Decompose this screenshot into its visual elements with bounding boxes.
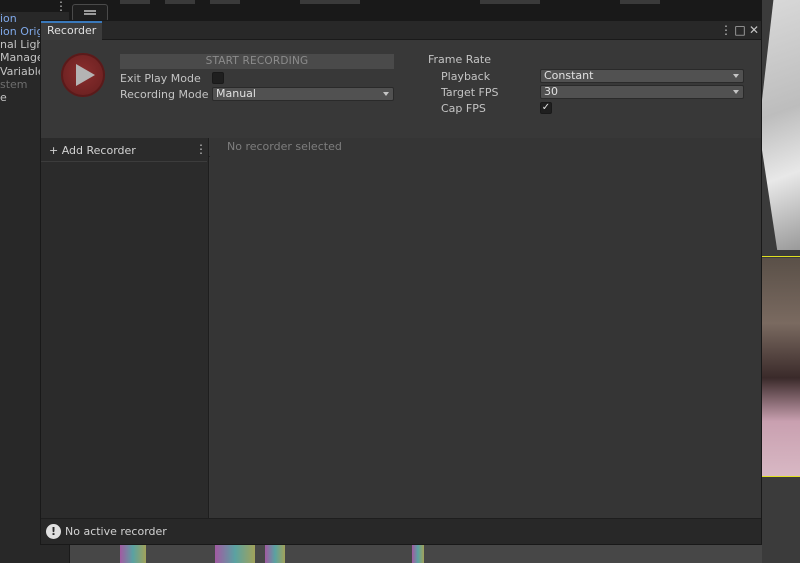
checkmark-icon: ✓ bbox=[541, 102, 551, 113]
close-icon[interactable]: ✕ bbox=[747, 22, 761, 38]
hierarchy-item[interactable]: ion bbox=[0, 12, 17, 25]
editor-top-bar bbox=[0, 0, 800, 20]
scene-geometry bbox=[762, 0, 800, 250]
top-tab-chip bbox=[620, 0, 660, 4]
hierarchy-item-label: ion bbox=[0, 12, 17, 25]
recorder-details: No recorder selected bbox=[210, 138, 761, 518]
status-bar: ! No active recorder bbox=[41, 518, 761, 544]
playback-value: Constant bbox=[544, 69, 594, 82]
sprite-tile bbox=[120, 545, 146, 563]
recorder-window: Recorder ⋮ □ ✕ START RECORDING Exit Play… bbox=[40, 20, 762, 545]
top-tab-chip bbox=[120, 0, 150, 4]
target-fps-dropdown[interactable]: 30 bbox=[540, 85, 744, 99]
target-fps-value: 30 bbox=[544, 85, 558, 98]
playback-dropdown[interactable]: Constant bbox=[540, 69, 744, 83]
window-title-bar[interactable]: Recorder ⋮ □ ✕ bbox=[41, 21, 761, 40]
frame-rate-header: Frame Rate bbox=[428, 53, 491, 66]
scene-view[interactable] bbox=[762, 0, 800, 563]
chevron-down-icon bbox=[733, 74, 739, 78]
status-text: No active recorder bbox=[65, 525, 167, 538]
record-button[interactable] bbox=[61, 53, 105, 97]
cap-fps-checkbox[interactable]: ✓ bbox=[540, 102, 552, 114]
window-menu-icon[interactable]: ⋮ bbox=[719, 22, 733, 38]
hierarchy-menu-icon[interactable]: ⋮ bbox=[52, 0, 70, 14]
play-icon bbox=[76, 64, 95, 86]
target-fps-label: Target FPS bbox=[441, 86, 499, 99]
recorder-list: + Add Recorder ⋮ bbox=[41, 138, 209, 518]
exit-play-mode-checkbox[interactable] bbox=[212, 72, 224, 84]
recording-mode-label: Recording Mode bbox=[120, 88, 209, 101]
sprite-tile bbox=[265, 545, 285, 563]
info-icon: ! bbox=[46, 524, 61, 539]
chevron-down-icon bbox=[383, 92, 389, 96]
scene-image bbox=[762, 258, 800, 476]
scene-gizmo-line bbox=[762, 256, 800, 257]
maximize-icon[interactable]: □ bbox=[733, 22, 747, 38]
hierarchy-item-label: Manage bbox=[0, 51, 44, 64]
add-recorder-row: + Add Recorder ⋮ bbox=[41, 138, 207, 162]
playback-label: Playback bbox=[441, 70, 491, 83]
hierarchy-item[interactable]: Manage bbox=[0, 51, 44, 64]
top-tab-chip bbox=[480, 0, 540, 4]
top-tab-chip bbox=[165, 0, 195, 4]
exit-play-mode-label: Exit Play Mode bbox=[120, 72, 201, 85]
top-tab-chip bbox=[210, 0, 240, 4]
sprite-tile bbox=[412, 545, 424, 563]
recording-mode-value: Manual bbox=[216, 87, 256, 100]
hierarchy-item-label: e bbox=[0, 91, 7, 104]
chevron-down-icon bbox=[733, 90, 739, 94]
cap-fps-label: Cap FPS bbox=[441, 102, 486, 115]
scene-gizmo-line bbox=[762, 476, 800, 477]
tab-recorder[interactable]: Recorder bbox=[41, 21, 103, 40]
top-tab-chip bbox=[300, 0, 360, 4]
empty-state-text: No recorder selected bbox=[227, 140, 342, 153]
recorder-list-menu-icon[interactable]: ⋮ bbox=[195, 142, 207, 156]
hierarchy-item[interactable]: e bbox=[0, 91, 7, 104]
hierarchy-item-label: stem bbox=[0, 78, 28, 91]
sprite-tile bbox=[215, 545, 255, 563]
hierarchy-item[interactable]: stem bbox=[0, 78, 28, 91]
recording-mode-dropdown[interactable]: Manual bbox=[212, 87, 394, 101]
start-recording-button[interactable]: START RECORDING bbox=[120, 54, 394, 69]
add-recorder-button[interactable]: + Add Recorder bbox=[49, 144, 136, 157]
